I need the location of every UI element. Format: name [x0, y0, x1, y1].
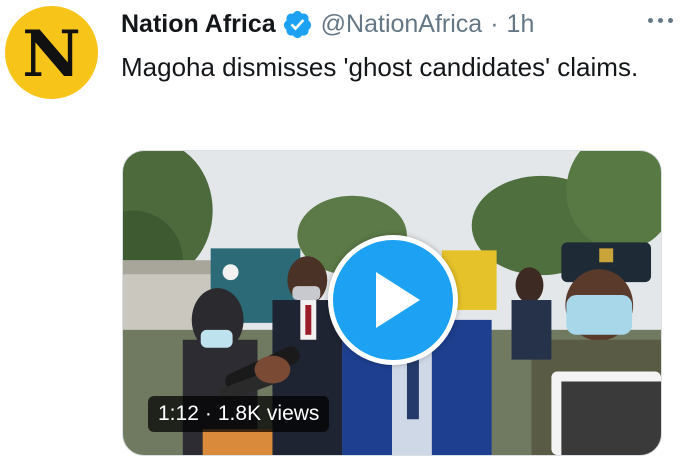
more-dot: [658, 18, 663, 23]
verified-badge-icon: [282, 9, 313, 40]
timestamp[interactable]: 1h: [507, 10, 535, 39]
header-separator: ·: [490, 9, 499, 38]
play-icon: [376, 272, 420, 328]
tweet-text: Magoha dismisses 'ghost candidates' clai…: [121, 52, 639, 82]
video-player[interactable]: 1:12 · 1.8K views: [122, 150, 662, 456]
video-views: 1.8K views: [217, 402, 320, 425]
video-stats-badge: 1:12 · 1.8K views: [148, 396, 330, 432]
tweet-header: Nation Africa @NationAfrica · 1h: [121, 4, 534, 44]
video-stats-separator: ·: [204, 402, 212, 425]
more-horizontal-icon[interactable]: [648, 18, 673, 23]
play-button[interactable]: [328, 235, 458, 365]
video-duration: 1:12: [158, 402, 199, 425]
more-dot: [668, 18, 673, 23]
avatar[interactable]: N: [5, 6, 98, 99]
avatar-letter: N: [22, 16, 81, 92]
display-name[interactable]: Nation Africa: [121, 10, 276, 39]
handle[interactable]: @NationAfrica: [321, 10, 483, 39]
more-dot: [648, 18, 653, 23]
